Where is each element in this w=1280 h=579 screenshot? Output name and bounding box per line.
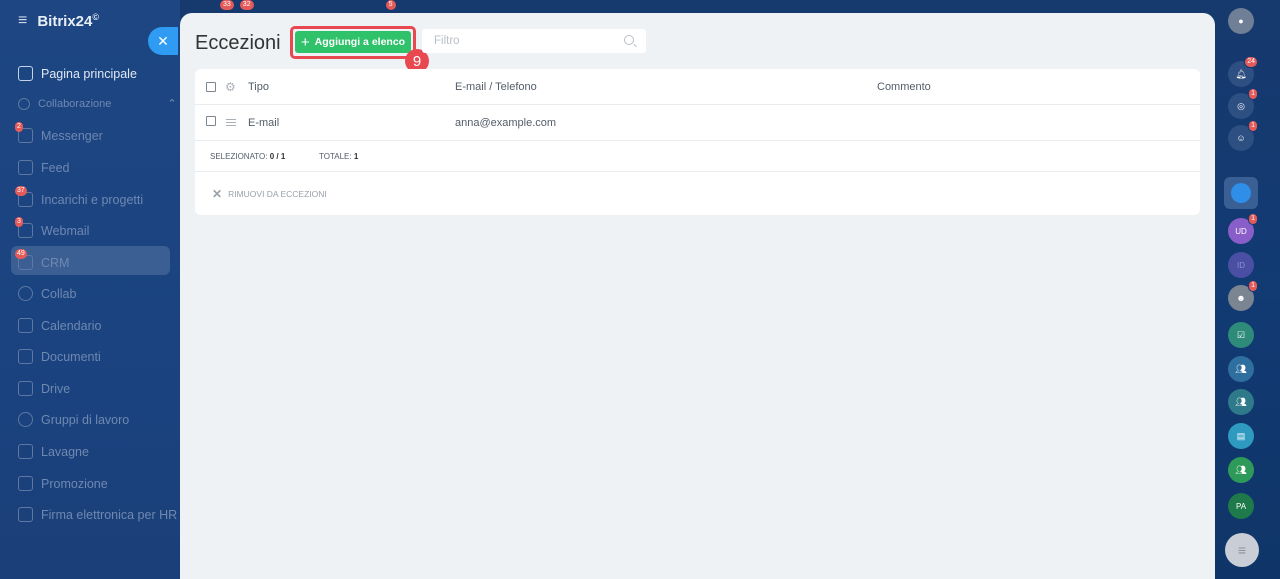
add-to-list-button[interactable]: + Aggiungi a elenco — [295, 31, 411, 53]
group-rail-button-2[interactable]: 👥︎ — [1228, 389, 1254, 415]
right-rail: ● 🔔︎ 24 ◎ 1 ☺ 1 UD 1 ID ☻ 1 ☑ 👥︎ 👥︎ ▤ 👥︎… — [1216, 0, 1280, 579]
avatar-pa[interactable]: PA — [1228, 493, 1254, 519]
counter-badge: 32 — [239, 0, 254, 10]
sidebar-item-promo[interactable]: Promozione — [18, 476, 108, 491]
messenger-icon: 2 — [15, 122, 33, 143]
avatar-user[interactable]: ☻ 1 — [1228, 280, 1258, 311]
cross-icon: ✕ — [212, 186, 223, 201]
table-row[interactable]: E-mail anna@example.com — [195, 105, 1200, 141]
app-logo[interactable]: Bitrix24© — [37, 12, 99, 30]
sidebar-item-messenger[interactable]: 2 Messenger — [15, 122, 103, 143]
group-rail-button-1[interactable]: 👥︎ — [1228, 356, 1254, 382]
left-sidebar: ≡ Bitrix24© Pagina principale Collaboraz… — [0, 0, 180, 579]
group-icon: 👥︎ — [1235, 363, 1247, 374]
close-icon: ✕ — [157, 32, 169, 49]
avatar-ud[interactable]: UD 1 — [1228, 213, 1258, 244]
message-icon: ▤ — [1236, 430, 1246, 441]
sidebar-section-collaboration[interactable]: Collaborazione ⌃ — [18, 97, 177, 110]
sidebar-item-groups[interactable]: Gruppi di lavoro — [18, 412, 129, 427]
counter-badge: 5 — [385, 0, 396, 10]
avatar-icon: ● — [1238, 16, 1244, 26]
groups-icon — [18, 412, 33, 427]
chat-button[interactable]: ☺ 1 — [1228, 120, 1258, 151]
documents-icon — [18, 349, 33, 364]
top-counters: 33 32 5 — [220, 0, 396, 12]
collab-section-icon — [18, 97, 30, 110]
drive-icon — [18, 381, 33, 396]
chevron-up-icon: ⌃ — [167, 98, 177, 110]
remove-from-exceptions-button[interactable]: ✕ RIMUOVI DA ECCEZIONI — [212, 187, 327, 201]
column-header-comment[interactable]: Commento — [877, 81, 931, 93]
bell-icon: 🔔︎ — [1235, 68, 1247, 79]
column-header-contact[interactable]: E-mail / Telefono — [455, 81, 537, 93]
grid-actions: ✕ RIMUOVI DA ECCEZIONI — [195, 172, 1200, 215]
esign-icon — [18, 507, 33, 522]
calendar-icon — [18, 318, 33, 333]
group-rail-button-3[interactable]: 👥︎ — [1228, 457, 1254, 483]
cell-type: E-mail — [248, 116, 280, 129]
target-icon: ◎ — [1237, 100, 1245, 111]
menu-burger-icon[interactable]: ≡ — [18, 12, 27, 30]
person-icon: ☻ — [1236, 293, 1246, 303]
activity-button[interactable]: ◎ 1 — [1228, 88, 1258, 119]
column-header-type[interactable]: Tipo — [248, 81, 269, 93]
sidebar-item-webmail[interactable]: 3 Webmail — [15, 217, 89, 238]
sidebar-item-drive[interactable]: Drive — [18, 381, 70, 396]
sidebar-header: ≡ Bitrix24© — [18, 12, 99, 30]
check-icon: ☑ — [1236, 329, 1246, 340]
chat-rail-button[interactable]: ▤ — [1228, 423, 1254, 449]
plus-icon: + — [300, 33, 310, 51]
bookmark-button[interactable] — [1224, 177, 1258, 209]
notifications-button[interactable]: 🔔︎ 24 — [1228, 56, 1258, 87]
rail-menu-button[interactable]: ≡ — [1225, 533, 1259, 567]
total-counter: TOTALE: 1 — [319, 151, 359, 161]
grid-footer: SELEZIONATO: 0 / 1 TOTALE: 1 — [195, 141, 1200, 172]
sidebar-item-feed[interactable]: Feed — [18, 160, 70, 175]
sidebar-item-crm[interactable]: 49 CRM — [15, 249, 69, 270]
tasks-rail-button[interactable]: ☑ — [1228, 322, 1254, 348]
menu-icon: ≡ — [1237, 542, 1247, 558]
search-icon[interactable] — [624, 35, 634, 45]
grid-header-row: ⚙ Tipo E-mail / Telefono Commento — [195, 69, 1200, 105]
filter-input[interactable]: Filtro — [422, 29, 646, 53]
group-icon: 👥︎ — [1235, 464, 1247, 475]
row-checkbox[interactable] — [206, 116, 216, 126]
sidebar-item-esign[interactable]: Firma elettronica per HR — [18, 507, 177, 522]
bookmark-icon — [1231, 183, 1251, 203]
group-icon: 👥︎ — [1235, 396, 1247, 407]
selected-counter: SELEZIONATO: 0 / 1 — [210, 151, 286, 161]
feed-icon — [18, 160, 33, 175]
user-avatar[interactable]: ● — [1228, 8, 1254, 34]
page-title: Eccezioni — [195, 32, 281, 54]
select-all-checkbox[interactable] — [206, 81, 216, 92]
exceptions-grid: ⚙ Tipo E-mail / Telefono Commento E-mail… — [195, 69, 1200, 215]
row-menu-icon[interactable] — [226, 119, 236, 126]
avatar-id[interactable]: ID — [1228, 252, 1254, 278]
tasks-icon: 37 — [15, 186, 33, 207]
collab-icon — [18, 286, 33, 301]
counter-badge: 33 — [220, 0, 234, 10]
mail-icon: 3 — [15, 217, 33, 238]
chat-icon: ☺ — [1236, 133, 1246, 143]
sidebar-item-home[interactable]: Pagina principale — [18, 66, 137, 81]
sidebar-item-documents[interactable]: Documenti — [18, 349, 101, 364]
sidebar-item-tasks[interactable]: 37 Incarichi e progetti — [15, 186, 143, 207]
crm-icon: 49 — [15, 249, 33, 270]
sidebar-item-collab[interactable]: Collab — [18, 286, 76, 301]
boards-icon — [18, 444, 33, 459]
promo-icon — [18, 476, 33, 491]
gear-icon[interactable]: ⚙ — [225, 80, 236, 94]
sidebar-item-boards[interactable]: Lavagne — [18, 444, 89, 459]
home-icon — [18, 66, 33, 81]
cell-contact: anna@example.com — [455, 116, 557, 129]
sidebar-item-calendar[interactable]: Calendario — [18, 318, 101, 333]
close-slider-button[interactable]: ✕ — [148, 27, 178, 55]
